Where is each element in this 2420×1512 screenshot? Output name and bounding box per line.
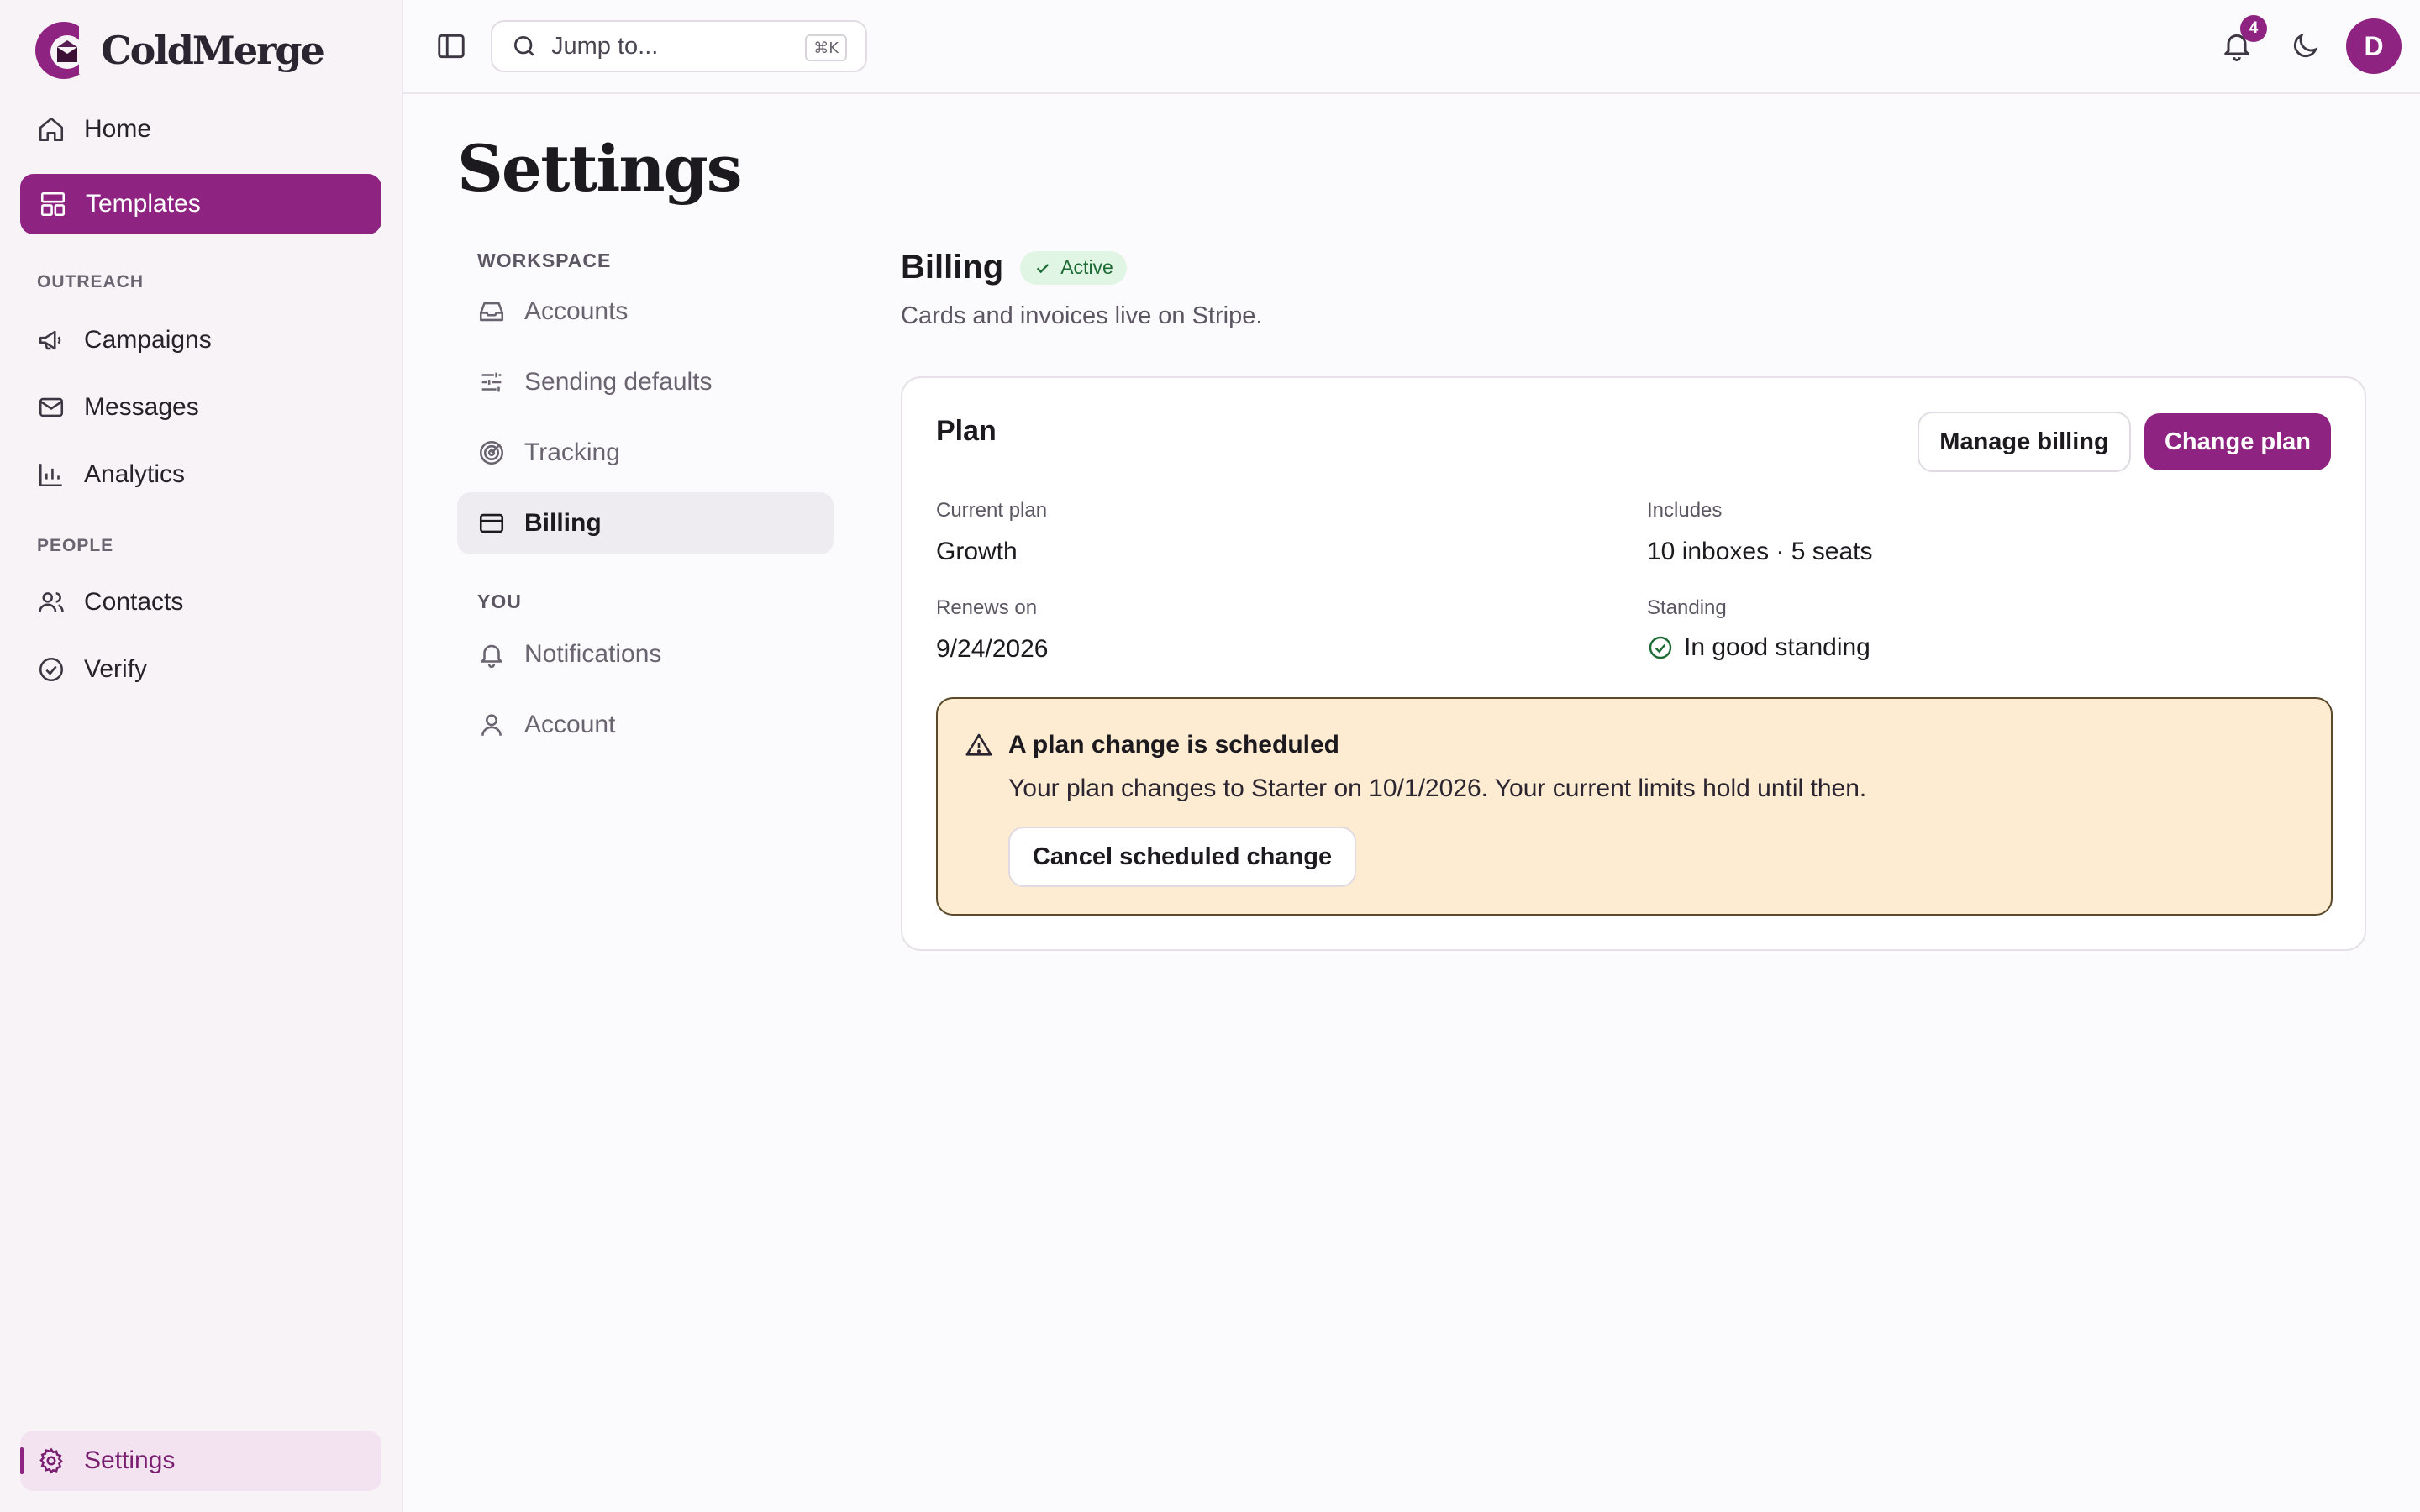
search-icon xyxy=(514,36,534,56)
settings-nav-label: Billing xyxy=(524,509,602,537)
standing-text: In good standing xyxy=(1684,633,1870,661)
includes-value: 10 inboxes · 5 seats xyxy=(1647,538,1873,565)
settings-nav-accounts[interactable]: Accounts xyxy=(457,281,834,343)
current-plan-value: Growth xyxy=(936,538,1018,565)
sidebar-item-contacts[interactable]: Contacts xyxy=(20,572,381,633)
sidebar-item-analytics[interactable]: Analytics xyxy=(20,444,381,505)
credit-card-icon xyxy=(479,513,504,533)
home-icon xyxy=(39,117,64,142)
settings-nav-notifications[interactable]: Notifications xyxy=(457,623,834,685)
settings-nav-billing[interactable]: Billing xyxy=(457,492,834,554)
plan-card-title: Plan xyxy=(936,415,997,447)
notice-body: Your plan changes to Starter on 10/1/202… xyxy=(1008,774,1867,802)
check-circle-icon xyxy=(39,657,64,682)
includes-label: Includes xyxy=(1647,499,1723,522)
settings-nav-account[interactable]: Account xyxy=(457,694,834,756)
change-plan-button[interactable]: Change plan xyxy=(2144,413,2331,470)
settings-group-workspace: WORKSPACE xyxy=(477,249,612,271)
brand-name: ColdMerge xyxy=(101,28,325,73)
sidebar-item-label: Contacts xyxy=(84,588,184,616)
sidebar-item-templates[interactable]: Templates xyxy=(20,174,381,234)
warning-triangle-icon xyxy=(965,733,992,756)
sidebar-item-label: Campaigns xyxy=(84,326,212,354)
status-label: Active xyxy=(1060,256,1113,278)
renews-on-value: 9/24/2026 xyxy=(936,635,1049,663)
settings-nav-label: Notifications xyxy=(524,640,662,668)
plan-card: Plan Manage billing Change plan Current … xyxy=(901,376,2366,951)
target-icon xyxy=(479,440,504,465)
sidebar-toggle-icon[interactable] xyxy=(435,30,467,62)
standing-value: In good standing xyxy=(1647,633,1870,662)
user-avatar[interactable]: D xyxy=(2346,18,2402,74)
bell-icon xyxy=(481,644,502,669)
scheduled-change-notice: A plan change is scheduled Your plan cha… xyxy=(936,697,2333,916)
settings-group-you: YOU xyxy=(477,591,522,612)
brand-logo[interactable]: ColdMerge xyxy=(32,18,325,82)
settings-nav-sending-defaults[interactable]: Sending defaults xyxy=(457,351,834,413)
layout-icon xyxy=(40,192,66,217)
cancel-scheduled-change-button[interactable]: Cancel scheduled change xyxy=(1008,827,1356,887)
settings-nav-label: Accounts xyxy=(524,297,629,325)
mail-icon xyxy=(39,397,64,417)
check-circle-icon xyxy=(1649,636,1672,659)
settings-nav-tracking[interactable]: Tracking xyxy=(457,422,834,484)
section-label-outreach: OUTREACH xyxy=(37,272,144,291)
sidebar-item-campaigns[interactable]: Campaigns xyxy=(20,310,381,370)
settings-nav-label: Sending defaults xyxy=(524,368,713,396)
billing-title: Billing xyxy=(901,249,1004,286)
settings-nav-label: Account xyxy=(524,711,616,738)
megaphone-icon xyxy=(39,330,61,350)
sidebar-item-messages[interactable]: Messages xyxy=(20,377,381,438)
settings-nav-label: Tracking xyxy=(524,438,620,466)
sliders-icon xyxy=(481,372,502,392)
user-icon xyxy=(481,714,502,736)
manage-billing-button[interactable]: Manage billing xyxy=(1918,412,2131,472)
inbox-icon xyxy=(479,302,504,322)
bar-chart-icon xyxy=(39,464,62,487)
page-title: Settings xyxy=(457,131,743,206)
standing-label: Standing xyxy=(1647,596,1727,619)
sidebar-item-verify[interactable]: Verify xyxy=(20,639,381,700)
notification-badge: 4 xyxy=(2240,15,2267,42)
billing-description: Cards and invoices live on Stripe. xyxy=(901,302,1263,329)
search-input[interactable] xyxy=(551,32,803,60)
gear-icon xyxy=(39,1447,63,1474)
sidebar-item-label: Verify xyxy=(84,655,148,683)
users-icon xyxy=(39,592,64,612)
sidebar-item-settings[interactable]: Settings xyxy=(20,1431,381,1491)
notice-title: A plan change is scheduled xyxy=(1008,731,1339,759)
check-icon xyxy=(1036,263,1050,273)
dark-mode-moon-icon[interactable] xyxy=(2289,30,2321,62)
sidebar-item-label: Messages xyxy=(84,393,199,421)
sidebar-item-home[interactable]: Home xyxy=(20,99,381,160)
section-label-people: PEOPLE xyxy=(37,536,114,555)
sidebar-item-label: Home xyxy=(84,115,152,143)
sidebar-item-label: Analytics xyxy=(84,460,186,488)
sidebar: ColdMerge Home Templates OUTREACH Campai… xyxy=(0,0,403,1512)
top-bar: ⌘K 4 D xyxy=(403,0,2420,94)
jump-to-search[interactable]: ⌘K xyxy=(491,20,867,72)
current-plan-label: Current plan xyxy=(936,499,1048,522)
sidebar-item-label: Settings xyxy=(84,1446,176,1474)
status-badge: Active xyxy=(1020,250,1127,285)
sidebar-item-label: Templates xyxy=(86,190,201,218)
billing-header: Billing Active xyxy=(901,249,1127,286)
active-indicator xyxy=(20,1447,24,1474)
shortcut-hint: ⌘K xyxy=(805,34,847,61)
coldmerge-logo-icon xyxy=(35,22,96,79)
renews-on-label: Renews on xyxy=(936,596,1038,619)
